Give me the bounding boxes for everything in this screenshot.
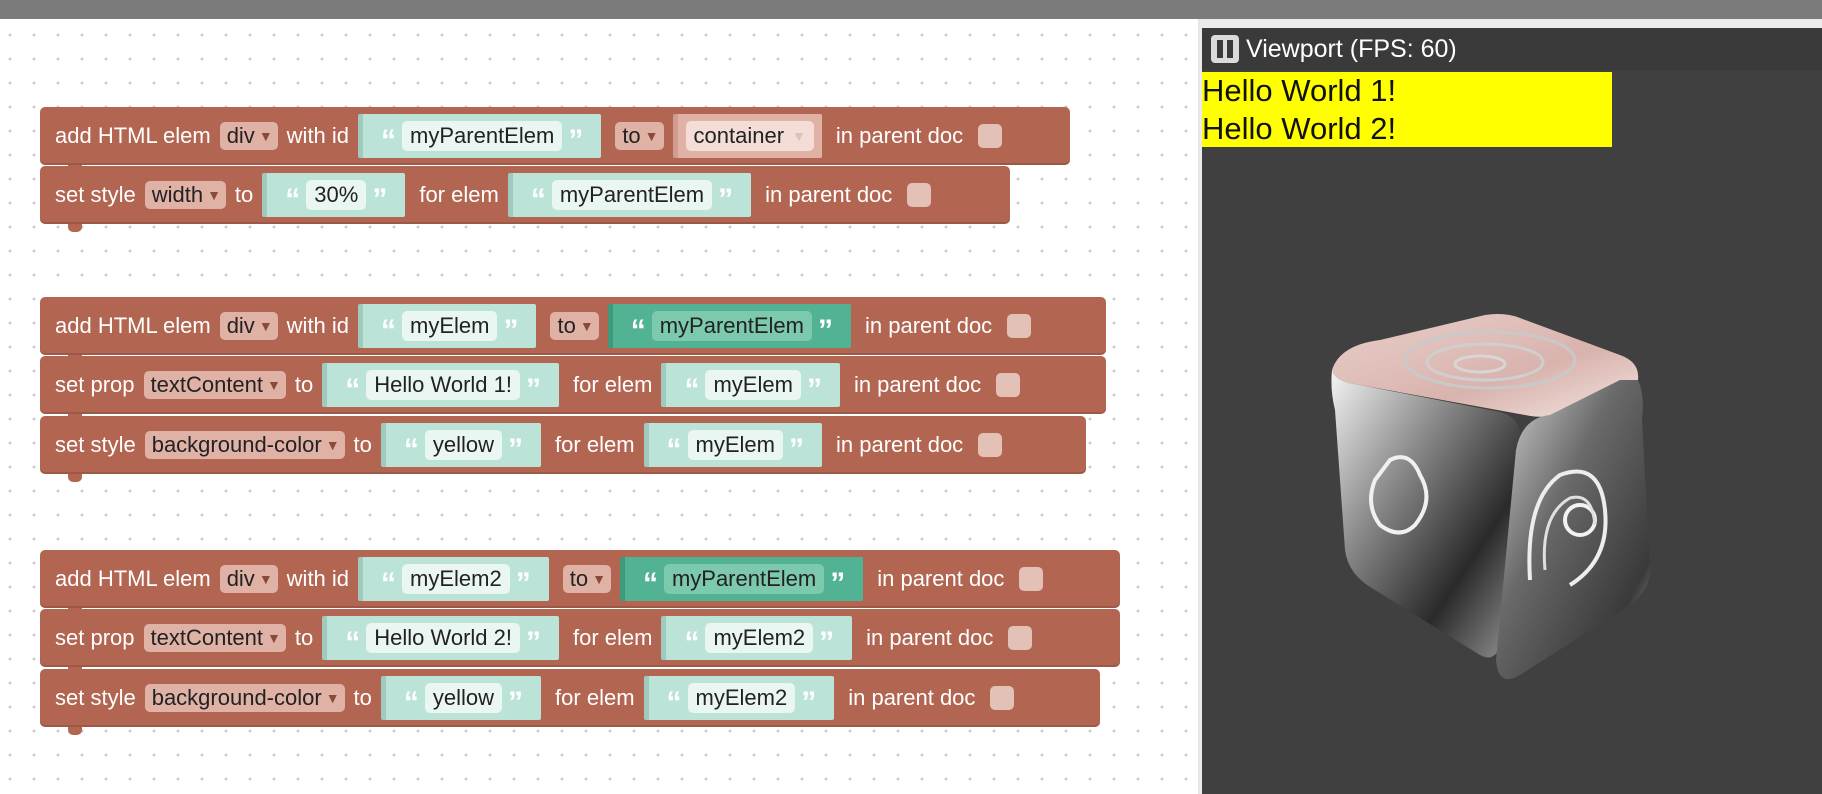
block-label: in parent doc [866, 625, 994, 650]
add-html-elem-block[interactable]: add HTML elem div ▼ with id “myParentElem… [40, 107, 1070, 173]
elem-string-input[interactable]: “myElem” [643, 423, 822, 467]
tag-dropdown[interactable]: div ▼ [219, 122, 278, 150]
block-label: for elem [555, 685, 635, 710]
id-string-input[interactable]: “myElem2” [358, 557, 549, 601]
set-style-block[interactable]: set style width ▼ to “30%” for elem “myPa… [40, 166, 1010, 232]
parent-dropdown[interactable]: container ▼ [672, 114, 822, 158]
block-label: in parent doc [835, 432, 964, 457]
chrome-cube-model [1331, 314, 1650, 680]
tag-dropdown[interactable]: div ▼ [219, 312, 278, 340]
viewport-title: Viewport (FPS: 60) [1246, 34, 1457, 63]
block-label: to [353, 432, 372, 457]
in-parent-doc-checkbox[interactable] [978, 124, 1003, 148]
chevron-down-icon: ▼ [267, 377, 281, 393]
hello-world-2-text: Hello World 2! [1202, 111, 1397, 146]
block-label: to [353, 685, 372, 710]
style-prop-dropdown[interactable]: width ▼ [144, 181, 226, 209]
block-label: add HTML elem [55, 313, 211, 338]
block-label: in parent doc [835, 123, 964, 148]
chevron-down-icon: ▼ [579, 318, 594, 334]
chevron-down-icon: ▼ [644, 128, 659, 144]
value-string-input[interactable]: “yellow” [380, 423, 542, 467]
set-prop-block[interactable]: set prop textContent ▼ to “Hello World 2!… [40, 609, 1120, 675]
block-label: with id [286, 566, 350, 591]
in-parent-doc-checkbox[interactable] [1008, 626, 1033, 650]
block-label: with id [286, 313, 350, 338]
block-label: add HTML elem [55, 123, 211, 148]
elem-string-input[interactable]: “myElem2” [661, 616, 853, 660]
value-string-input[interactable]: “Hello World 2!” [322, 616, 559, 660]
style-prop-dropdown[interactable]: background-color ▼ [144, 684, 345, 712]
add-html-elem-block[interactable]: add HTML elem div ▼ with id “myElem” to ▼ … [40, 297, 1106, 363]
parent-string-input[interactable]: “myParentElem” [619, 557, 864, 601]
block-label: in parent doc [877, 566, 1005, 591]
elem-string-input[interactable]: “myParentElem” [507, 173, 752, 217]
pause-icon[interactable] [1211, 35, 1239, 63]
prop-dropdown[interactable]: textContent ▼ [143, 371, 286, 399]
block-label: in parent doc [853, 372, 982, 397]
set-style-block[interactable]: set style background-color ▼ to “yellow” … [40, 416, 1086, 482]
block-label: to [234, 182, 254, 207]
block-label: for elem [573, 372, 653, 397]
block-label: set prop [55, 625, 135, 650]
chevron-down-icon: ▼ [325, 437, 340, 453]
in-parent-doc-checkbox[interactable] [990, 686, 1015, 710]
chevron-down-icon: ▼ [258, 571, 273, 587]
block-label: to [294, 372, 314, 397]
block-label: in parent doc [848, 685, 976, 710]
to-dropdown[interactable]: to ▼ [562, 565, 611, 593]
parent-string-input[interactable]: “myParentElem” [607, 304, 851, 348]
block-label: for elem [555, 432, 635, 457]
chevron-down-icon: ▼ [325, 690, 340, 706]
block-label: for elem [419, 182, 499, 207]
id-string-input[interactable]: “myElem” [358, 304, 537, 348]
to-dropdown[interactable]: to ▼ [550, 312, 599, 340]
viewport-header: Viewport (FPS: 60) [1202, 28, 1822, 70]
block-label: in parent doc [864, 313, 993, 338]
chevron-down-icon: ▼ [792, 128, 806, 144]
prop-dropdown[interactable]: textContent ▼ [143, 624, 286, 652]
block-label: to [294, 625, 314, 650]
tag-dropdown[interactable]: div ▼ [219, 565, 278, 593]
id-string-input[interactable]: “myParentElem” [358, 114, 602, 158]
block-label: with id [286, 123, 350, 148]
block-label: set prop [55, 372, 135, 397]
block-label: in parent doc [765, 182, 893, 207]
to-dropdown[interactable]: to ▼ [615, 122, 664, 150]
in-parent-doc-checkbox[interactable] [1007, 314, 1032, 338]
value-string-input[interactable]: “Hello World 1!” [322, 363, 559, 407]
in-parent-doc-checkbox[interactable] [996, 373, 1021, 397]
elem-string-input[interactable]: “myElem2” [643, 676, 835, 720]
in-parent-doc-checkbox[interactable] [1019, 567, 1044, 591]
chevron-down-icon: ▼ [207, 187, 221, 203]
style-prop-dropdown[interactable]: background-color ▼ [144, 431, 345, 459]
set-prop-block[interactable]: set prop textContent ▼ to “Hello World 1!… [40, 356, 1106, 422]
block-label: for elem [573, 625, 653, 650]
block-label: set style [55, 182, 136, 207]
chevron-down-icon: ▼ [258, 318, 273, 334]
block-label: add HTML elem [55, 566, 211, 591]
elem-string-input[interactable]: “myElem” [661, 363, 840, 407]
top-bar [0, 0, 1822, 19]
chevron-down-icon: ▼ [267, 630, 281, 646]
chevron-down-icon: ▼ [258, 128, 273, 144]
in-parent-doc-checkbox[interactable] [907, 183, 932, 207]
chevron-down-icon: ▼ [592, 571, 606, 587]
in-parent-doc-checkbox[interactable] [978, 433, 1003, 457]
block-label: set style [55, 432, 136, 457]
value-string-input[interactable]: “30%” [262, 173, 406, 217]
value-string-input[interactable]: “yellow” [380, 676, 542, 720]
block-label: set style [55, 685, 136, 710]
add-html-elem-block[interactable]: add HTML elem div ▼ with id “myElem2” to ▼… [40, 550, 1120, 616]
set-style-block[interactable]: set style background-color ▼ to “yellow” … [40, 669, 1100, 735]
hello-world-1-text: Hello World 1! [1202, 73, 1397, 108]
